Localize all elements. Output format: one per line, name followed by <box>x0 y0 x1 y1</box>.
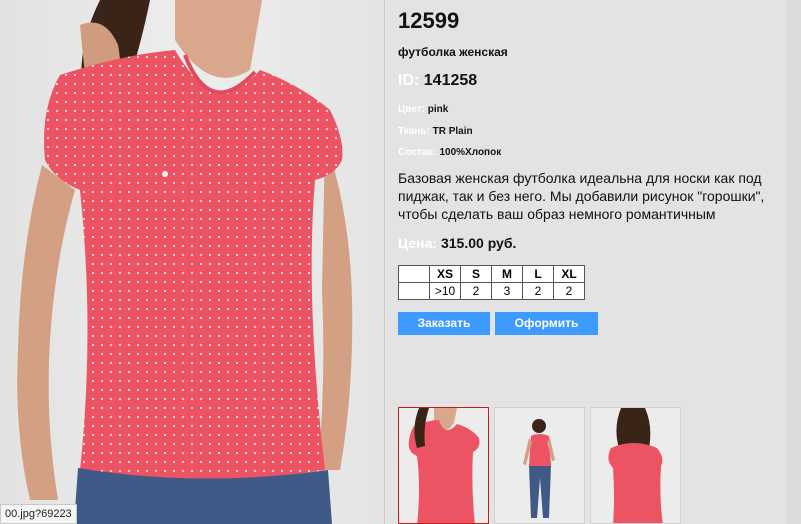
attribute-value: 100%Хлопок <box>439 147 502 158</box>
attribute-label: Ткань: <box>398 126 430 137</box>
size-header-cell <box>398 265 430 283</box>
status-bar-url: 00.jpg?69223 <box>0 504 77 524</box>
size-stock-cell: 3 <box>491 282 523 300</box>
thumbnail-back-view[interactable] <box>590 407 681 524</box>
attribute-composition: Состав: 100%Хлопок <box>398 147 501 158</box>
product-price: Цена: 315.00 руб. <box>398 235 516 251</box>
size-header-cell[interactable]: XS <box>429 265 461 283</box>
product-id-label: ID: <box>398 72 420 89</box>
attribute-color: Цвет: pink <box>398 104 448 115</box>
size-header-cell[interactable]: XL <box>553 265 585 283</box>
attribute-label: Цвет: <box>398 104 425 115</box>
attribute-value: pink <box>427 104 449 115</box>
attribute-fabric: Ткань: TR Plain <box>398 126 473 137</box>
size-stock-cell: >10 <box>429 282 461 300</box>
size-header-row: XS S M L XL <box>398 265 585 283</box>
product-sku: 12599 <box>398 8 460 33</box>
thumbnail-full-body-front[interactable] <box>494 407 585 524</box>
size-stock-cell <box>398 282 430 300</box>
product-subtitle: футболка женская <box>398 45 508 59</box>
size-table: XS S M L XL >10 2 3 2 2 <box>398 265 585 300</box>
size-stock-cell: 2 <box>460 282 492 300</box>
thumbnail-front-closeup[interactable] <box>398 407 489 524</box>
price-value: 315.00 руб. <box>440 235 517 251</box>
attribute-label: Состав: <box>398 147 437 158</box>
page-scrollbar[interactable] <box>787 0 801 524</box>
size-stock-row: >10 2 3 2 2 <box>398 282 585 300</box>
size-stock-cell: 2 <box>522 282 554 300</box>
product-id-value: 141258 <box>423 72 478 89</box>
order-button[interactable]: Заказать <box>398 312 490 335</box>
checkout-button[interactable]: Оформить <box>495 312 598 335</box>
main-product-image[interactable] <box>0 0 385 524</box>
size-header-cell[interactable]: S <box>460 265 492 283</box>
price-label: Цена: <box>398 235 438 251</box>
product-id: ID: 141258 <box>398 72 477 90</box>
size-header-cell[interactable]: L <box>522 265 554 283</box>
size-header-cell[interactable]: M <box>491 265 523 283</box>
attribute-value: TR Plain <box>432 126 473 137</box>
product-description: Базовая женская футболка идеальна для но… <box>398 170 765 222</box>
size-stock-cell: 2 <box>553 282 585 300</box>
